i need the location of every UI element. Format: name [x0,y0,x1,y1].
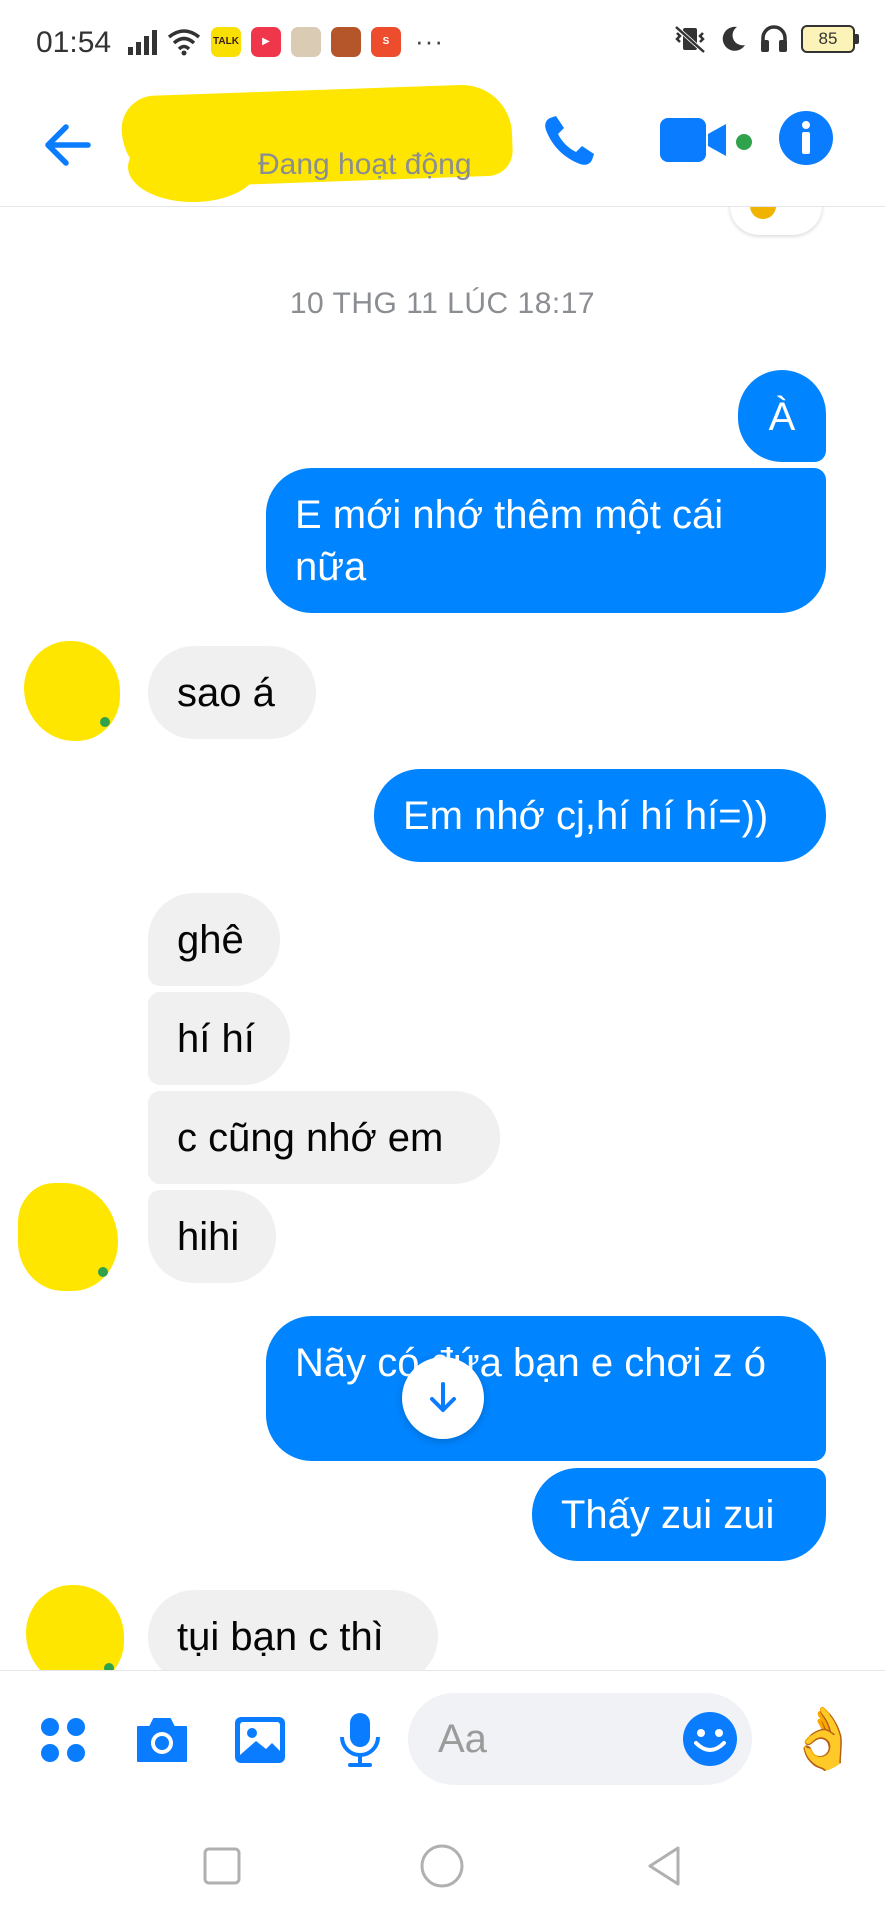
contact-avatar-small[interactable] [18,1183,118,1291]
message-bubble-incoming[interactable]: ghê [148,893,280,986]
kakaotalk-icon: TALK [211,26,241,57]
more-notifications-icon: ··· [415,26,444,56]
back-arrow-icon[interactable] [36,112,102,178]
headphones-icon [761,25,787,52]
scroll-to-bottom-button[interactable] [402,1357,484,1439]
phone-icon[interactable] [536,108,602,174]
microphone-icon[interactable] [330,1709,390,1769]
message-bubble-incoming[interactable]: hí hí [148,992,290,1085]
image-icon[interactable] [230,1709,290,1769]
system-navigation-bar [0,1810,885,1920]
message-input-placeholder: Aa [438,1717,487,1761]
recent-apps-icon[interactable] [198,1842,246,1890]
message-bubble-outgoing[interactable]: Thấy zui zui [532,1468,826,1561]
do-not-disturb-moon-icon [722,26,745,51]
back-nav-icon[interactable] [640,1842,688,1890]
message-bubble-incoming[interactable]: c cũng nhớ em [148,1091,500,1184]
conversation[interactable]: 10 THG 11 LÚC 18:17 À E mới nhớ thêm một… [0,207,885,1670]
game-app-icon [291,26,321,57]
video-camera-icon[interactable] [656,108,746,174]
message-timestamp: 10 THG 11 LÚC 18:17 [289,287,596,320]
contact-avatar-small[interactable] [24,641,120,741]
camera-icon[interactable] [132,1709,192,1769]
vibrate-off-icon [674,25,706,54]
home-icon[interactable] [418,1842,466,1890]
status-time: 01:54 [36,26,112,59]
game-app-icon-2 [331,26,361,57]
wifi-icon [167,28,201,55]
message-bubble-outgoing[interactable]: Em nhớ cj,hí hí hí=)) [374,769,826,862]
arrow-down-icon [430,1382,456,1412]
shopee-icon: S [371,26,401,57]
ok-hand-icon[interactable]: 👌 [786,1699,861,1779]
message-composer: Aa 👌 [0,1670,885,1811]
message-bubble-outgoing[interactable]: Nãy có đứa bạn e chơi z ó [266,1316,826,1461]
emoji-icon[interactable] [682,1711,738,1767]
apps-icon[interactable] [34,1709,94,1769]
message-bubble-outgoing[interactable]: E mới nhớ thêm một cái nữa [266,468,826,613]
battery-icon: 85 [801,25,859,53]
status-left-icons: TALK ▶ S ··· [128,26,444,57]
message-bubble-outgoing[interactable]: À [738,370,826,462]
contact-status: Đang hoạt động [258,148,472,181]
reaction-summary[interactable] [730,207,822,235]
status-right-icons: 85 [673,24,859,54]
chat-header: Đang hoạt động [0,83,885,207]
online-indicator [736,134,752,150]
signal-icon [128,29,157,55]
message-bubble-incoming[interactable]: sao á [148,646,316,739]
screen-recorder-icon: ▶ [251,26,281,57]
status-bar: 01:54 TALK ▶ S ··· 85 [0,0,885,90]
message-bubble-incoming[interactable]: hihi [148,1190,276,1283]
contact-avatar-small[interactable] [26,1585,124,1670]
message-input[interactable]: Aa [408,1693,752,1785]
info-icon[interactable] [778,110,834,166]
message-bubble-incoming[interactable]: tụi bạn c thì [148,1590,438,1670]
